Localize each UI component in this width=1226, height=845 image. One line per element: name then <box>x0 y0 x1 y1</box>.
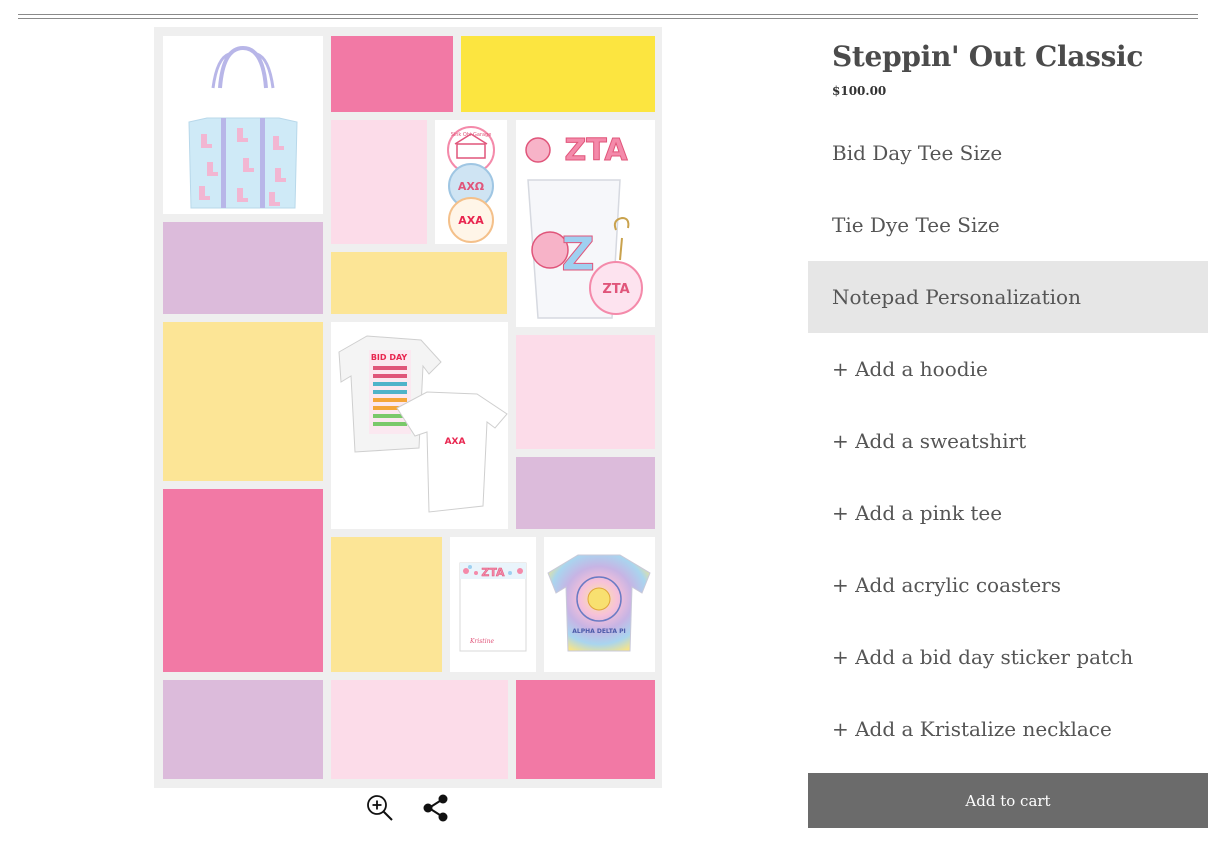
color-tile-lavender <box>163 680 323 779</box>
notepad-image: ZTA Kristine <box>450 537 536 672</box>
coasters-image: Sink Ohi Garage ΑΧΩ ΑΧΑ <box>435 120 507 244</box>
color-tile-light-pink <box>331 680 508 779</box>
option-add-sweatshirt[interactable]: + Add a sweatshirt <box>808 405 1208 477</box>
option-label: Tie Dye Tee Size <box>832 213 1000 237</box>
option-bid-day-tee-size[interactable]: Bid Day Tee Size <box>808 117 1208 189</box>
cup-letter-text: Z <box>561 227 594 281</box>
tote-bag-image <box>163 36 323 214</box>
color-tile-pink <box>516 680 655 779</box>
coaster-top-text: Sink Ohi Garage <box>451 132 492 138</box>
option-label: + Add acrylic coasters <box>832 573 1061 597</box>
color-tile-light-pink <box>516 335 655 449</box>
option-label: + Add a sweatshirt <box>832 429 1027 453</box>
notepad-header-text: ZTA <box>481 566 505 579</box>
product-image-gallery[interactable]: Sink Ohi Garage ΑΧΩ ΑΧΑ ZTA Z ZTA BID DA… <box>154 27 662 788</box>
color-tile-light-yellow <box>163 322 323 481</box>
add-to-cart-button[interactable]: Add to cart <box>808 773 1208 828</box>
option-notepad-personalization[interactable]: Notepad Personalization <box>808 261 1208 333</box>
notepad-illustration: ZTA Kristine <box>459 562 527 652</box>
tees-illustration: BID DAY ΑΧΑ <box>338 335 508 513</box>
coaster-greek-text-1: ΑΧΩ <box>458 180 485 193</box>
option-label: + Add a hoodie <box>832 357 988 381</box>
option-add-sticker-patch[interactable]: + Add a bid day sticker patch <box>808 621 1208 693</box>
notepad-signature-text: Kristine <box>469 638 495 645</box>
share-icon[interactable] <box>422 794 450 822</box>
color-tile-lavender <box>163 222 323 314</box>
option-label: Notepad Personalization <box>832 285 1081 309</box>
color-tile-light-yellow <box>331 252 507 314</box>
cup-header-text: ZTA <box>564 133 628 168</box>
coasters-illustration: Sink Ohi Garage ΑΧΩ ΑΧΑ <box>447 126 495 243</box>
color-tile-lavender <box>516 457 655 529</box>
tie-dye-illustration: ALPHA DELTA PI <box>547 554 651 652</box>
tie-dye-tee-image: ALPHA DELTA PI <box>544 537 655 672</box>
color-tile-yellow <box>461 36 655 112</box>
cup-keychain-image: ZTA Z ZTA <box>516 120 655 327</box>
bid-day-tees-image: BID DAY ΑΧΑ <box>331 322 508 529</box>
option-tie-dye-tee-size[interactable]: Tie Dye Tee Size <box>808 189 1208 261</box>
zoom-in-icon[interactable] <box>366 794 394 822</box>
option-label: + Add a pink tee <box>832 501 1003 525</box>
color-tile-pink <box>163 489 323 672</box>
tote-bag-illustration <box>188 45 298 209</box>
color-tile-light-pink <box>331 120 427 244</box>
tee-pocket-text: ΑΧΑ <box>445 437 466 447</box>
tie-dye-text: ALPHA DELTA PI <box>572 628 626 635</box>
keychain-text: ZTA <box>602 282 629 297</box>
option-add-pink-tee[interactable]: + Add a pink tee <box>808 477 1208 549</box>
color-tile-light-yellow <box>331 537 442 672</box>
product-details-panel: Steppin' Out Classic $100.00 Bid Day Tee… <box>808 0 1208 845</box>
option-label: Bid Day Tee Size <box>832 141 1003 165</box>
option-add-acrylic-coasters[interactable]: + Add acrylic coasters <box>808 549 1208 621</box>
product-title: Steppin' Out Classic <box>832 40 1144 73</box>
option-label: + Add a bid day sticker patch <box>832 645 1134 669</box>
product-price: $100.00 <box>832 84 887 98</box>
tee-header-text: BID DAY <box>371 353 408 362</box>
option-add-kristalize-necklace[interactable]: + Add a Kristalize necklace <box>808 693 1208 765</box>
cup-keychain-illustration: ZTA Z ZTA <box>525 133 643 319</box>
option-add-hoodie[interactable]: + Add a hoodie <box>808 333 1208 405</box>
coaster-greek-text-2: ΑΧΑ <box>458 214 484 227</box>
color-tile-pink <box>331 36 453 112</box>
option-label: + Add a Kristalize necklace <box>832 717 1112 741</box>
